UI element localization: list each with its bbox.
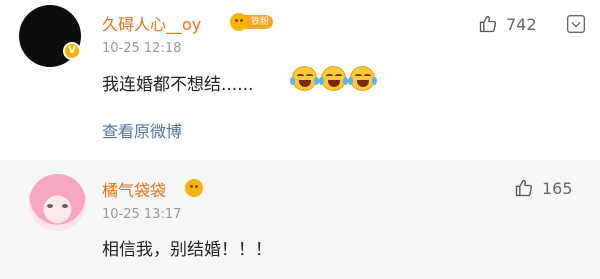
- comment-item: 橘气袋袋 10-25 13:17 相信我，别结婚！！！ 165: [0, 160, 600, 279]
- comment-time: 10-25 13:17: [102, 207, 182, 222]
- comment-item: V 久碍人心__oy 铁粉 10-25 12:18 我连婚都不想结...... …: [0, 0, 600, 160]
- comment-username[interactable]: 橘气袋袋: [102, 177, 166, 201]
- fan-badge: [185, 179, 203, 197]
- fan-face-icon: [185, 179, 203, 197]
- fan-badge-label: 铁粉: [245, 15, 274, 29]
- comment-text: 相信我，别结婚！！！: [102, 240, 272, 260]
- thumbs-up-icon: [515, 179, 533, 197]
- laughing-crying-emoji-icon: [348, 66, 377, 91]
- emoji-group: [290, 66, 377, 91]
- avatar[interactable]: [29, 174, 86, 231]
- fan-badge: 铁粉: [230, 13, 274, 31]
- like-button[interactable]: 742: [478, 14, 537, 34]
- fan-face-icon: [230, 13, 248, 31]
- comment-text: 我连婚都不想结......: [102, 75, 254, 95]
- chevron-down-icon[interactable]: [566, 14, 586, 34]
- thumbs-up-icon: [479, 15, 497, 33]
- laughing-crying-emoji-icon: [319, 66, 348, 91]
- comment-username[interactable]: 久碍人心__oy: [102, 11, 201, 35]
- like-count: 165: [542, 178, 573, 198]
- like-button[interactable]: 165: [514, 178, 573, 198]
- comment-time: 10-25 12:18: [102, 41, 182, 56]
- laughing-crying-emoji-icon: [290, 66, 319, 91]
- view-original-post-link[interactable]: 查看原微博: [102, 118, 182, 142]
- like-count: 742: [506, 14, 537, 34]
- verified-badge-icon: V: [63, 42, 81, 60]
